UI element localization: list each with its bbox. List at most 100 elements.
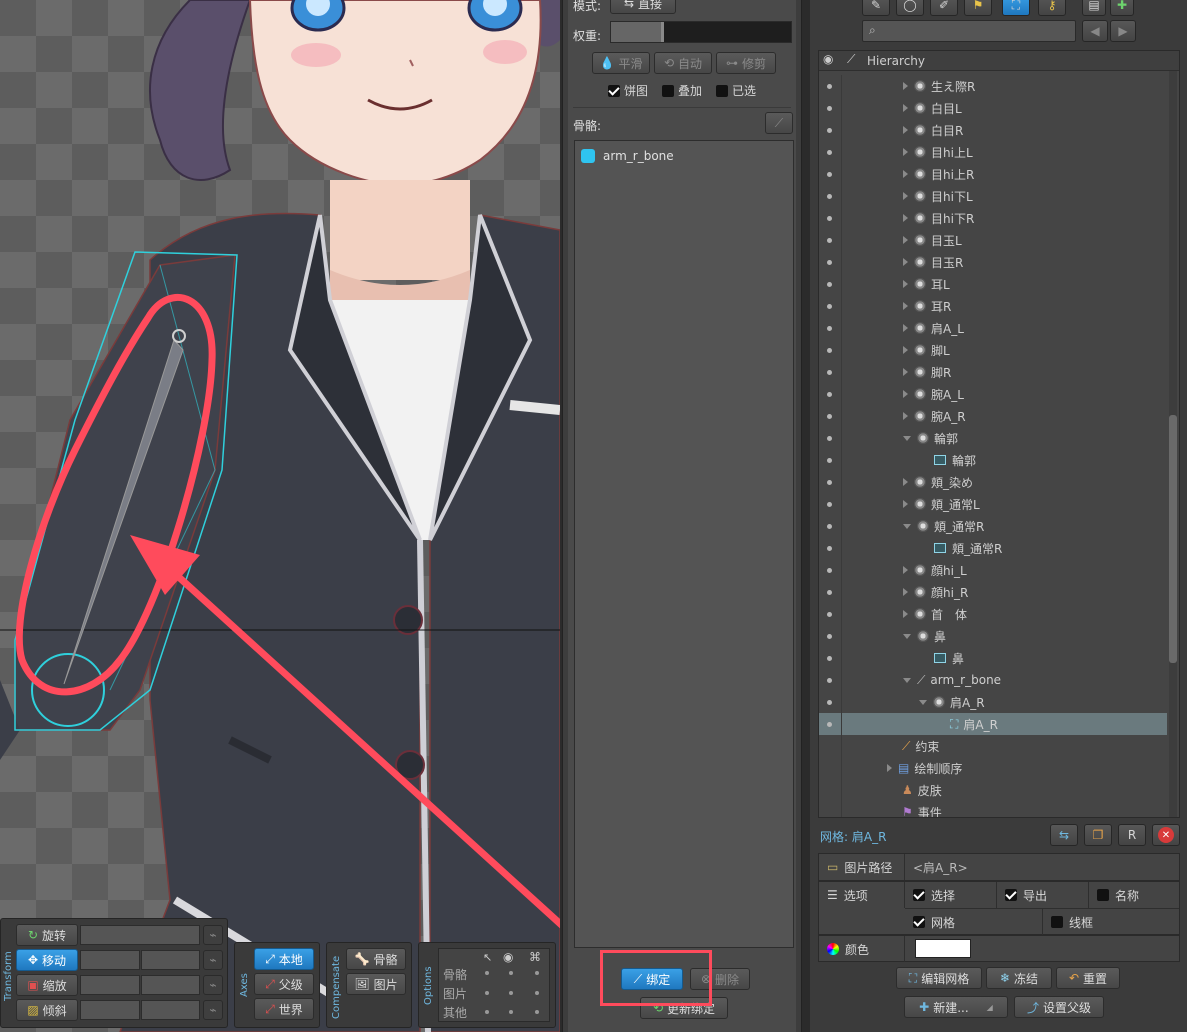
tree-row[interactable]: 耳L bbox=[819, 273, 1167, 295]
tree-row[interactable]: 目玉L bbox=[819, 229, 1167, 251]
frame-tool-button[interactable]: ⛶ bbox=[1002, 0, 1030, 16]
shear-lock-icon[interactable]: ⌁ bbox=[203, 1000, 223, 1020]
overlay-checkbox[interactable] bbox=[662, 84, 674, 97]
option-toggle[interactable] bbox=[485, 991, 489, 995]
visibility-dot[interactable] bbox=[827, 502, 832, 507]
option-toggle[interactable] bbox=[509, 971, 513, 975]
tree-row[interactable]: 頬_染め bbox=[819, 471, 1167, 493]
expand-right-icon[interactable] bbox=[903, 280, 908, 288]
visibility-dot[interactable] bbox=[827, 458, 832, 463]
visibility-dot[interactable] bbox=[827, 260, 832, 265]
tree-search-input[interactable]: ⌕ bbox=[862, 20, 1076, 42]
visibility-dot[interactable] bbox=[827, 722, 832, 727]
visibility-dot[interactable] bbox=[827, 634, 832, 639]
move-y-field[interactable] bbox=[141, 950, 200, 970]
visibility-dot[interactable] bbox=[827, 370, 832, 375]
compensate-bones-button[interactable]: 🦴 骨骼 bbox=[346, 948, 406, 970]
tree-row[interactable]: 目hi下R bbox=[819, 207, 1167, 229]
rotate-button[interactable]: ↻ 旋转 bbox=[16, 924, 78, 946]
expand-right-icon[interactable] bbox=[887, 764, 892, 772]
save-button[interactable]: ▤ bbox=[1082, 0, 1106, 16]
expand-right-icon[interactable] bbox=[903, 104, 908, 112]
expand-right-icon[interactable] bbox=[903, 588, 908, 596]
tree-row[interactable]: ⟋ arm_r_bone bbox=[819, 669, 1167, 691]
pie-chart-option[interactable]: 饼图 bbox=[608, 82, 648, 99]
lasso-tool-button[interactable]: ◯ bbox=[896, 0, 924, 16]
visibility-dot[interactable] bbox=[827, 414, 832, 419]
image-path-value-cell[interactable]: <肩A_R> bbox=[905, 854, 1181, 880]
visibility-dot[interactable] bbox=[827, 128, 832, 133]
option-toggle[interactable] bbox=[509, 1010, 513, 1014]
smooth-button[interactable]: 💧 平滑 bbox=[592, 52, 650, 74]
visibility-dot[interactable] bbox=[827, 436, 832, 441]
visibility-dot[interactable] bbox=[827, 546, 832, 551]
tree-row[interactable]: ⛶ 肩A_R bbox=[819, 713, 1167, 735]
bones-pick-button[interactable]: ⟋ bbox=[765, 112, 793, 134]
rotate-value-field[interactable] bbox=[80, 925, 200, 945]
move-button[interactable]: ✥ 移动 bbox=[16, 949, 78, 971]
visibility-dot[interactable] bbox=[827, 238, 832, 243]
expand-right-icon[interactable] bbox=[903, 566, 908, 574]
tree-row[interactable]: 白目L bbox=[819, 97, 1167, 119]
tree-row[interactable]: 脚R bbox=[819, 361, 1167, 383]
mesh-checkbox[interactable] bbox=[913, 916, 925, 928]
expand-right-icon[interactable] bbox=[903, 258, 908, 266]
mode-dropdown[interactable]: ⇆ 直接 bbox=[610, 0, 676, 14]
mesh-option[interactable]: 网格 bbox=[905, 909, 1043, 935]
expand-right-icon[interactable] bbox=[903, 82, 908, 90]
tree-row[interactable]: ⚑ 事件 bbox=[819, 801, 1167, 817]
tree-scrollbar[interactable] bbox=[1169, 71, 1177, 817]
tree-row[interactable]: 目hi下L bbox=[819, 185, 1167, 207]
pie-chart-checkbox[interactable] bbox=[608, 84, 620, 97]
tree-row[interactable]: 生え際R bbox=[819, 75, 1167, 97]
tree-row[interactable]: 腕A_R bbox=[819, 405, 1167, 427]
visibility-dot[interactable] bbox=[827, 590, 832, 595]
option-toggle[interactable] bbox=[509, 991, 513, 995]
tree-row[interactable]: 目hi上L bbox=[819, 141, 1167, 163]
mesh-copy-button[interactable]: ❐ bbox=[1084, 824, 1112, 846]
new-button[interactable]: ✚ 新建... ◢ bbox=[904, 996, 1008, 1018]
export-checkbox[interactable] bbox=[1005, 889, 1017, 901]
scale-y-field[interactable] bbox=[141, 975, 200, 995]
move-lock-icon[interactable]: ⌁ bbox=[203, 950, 223, 970]
expand-down-icon[interactable] bbox=[903, 523, 911, 529]
tree-row[interactable]: 耳R bbox=[819, 295, 1167, 317]
tree-scrollbar-thumb[interactable] bbox=[1169, 415, 1177, 663]
tree-row[interactable]: 目hi上R bbox=[819, 163, 1167, 185]
tree-row[interactable]: 首 体 bbox=[819, 603, 1167, 625]
expand-down-icon[interactable] bbox=[903, 435, 911, 441]
select-checkbox[interactable] bbox=[913, 889, 925, 901]
compensate-images-button[interactable]: 🖼 图片 bbox=[346, 973, 406, 995]
axes-world-button[interactable]: ⤢ 世界 bbox=[254, 998, 314, 1020]
tree-row[interactable]: 頬_通常L bbox=[819, 493, 1167, 515]
visibility-dot[interactable] bbox=[827, 282, 832, 287]
expand-down-icon[interactable] bbox=[903, 677, 911, 683]
visibility-column-eye-icon[interactable]: ◉ bbox=[823, 52, 833, 66]
visibility-dot[interactable] bbox=[827, 304, 832, 309]
add-button[interactable]: ✚ bbox=[1110, 0, 1134, 16]
expand-right-icon[interactable] bbox=[903, 368, 908, 376]
prev-button[interactable]: ◀ bbox=[1082, 20, 1108, 42]
color-swatch[interactable] bbox=[915, 939, 971, 958]
rename-button[interactable]: R bbox=[1118, 824, 1146, 846]
rotate-lock-icon[interactable]: ⌁ bbox=[203, 925, 223, 945]
expand-right-icon[interactable] bbox=[903, 390, 908, 398]
option-toggle[interactable] bbox=[535, 971, 539, 975]
tree-row[interactable]: 鼻 bbox=[819, 625, 1167, 647]
mesh-swap-button[interactable]: ⇆ bbox=[1050, 824, 1078, 846]
auto-button[interactable]: ⟲ 自动 bbox=[654, 52, 712, 74]
visibility-dot[interactable] bbox=[827, 348, 832, 353]
name-option[interactable]: 名称 bbox=[1089, 882, 1181, 908]
visibility-dot[interactable] bbox=[827, 172, 832, 177]
move-x-field[interactable] bbox=[80, 950, 140, 970]
visibility-dot[interactable] bbox=[827, 392, 832, 397]
tree-row[interactable]: 脚L bbox=[819, 339, 1167, 361]
delete-mesh-button[interactable]: ✕ bbox=[1152, 824, 1180, 846]
name-checkbox[interactable] bbox=[1097, 889, 1109, 901]
tree-row[interactable]: 輪郭 bbox=[819, 427, 1167, 449]
bone-column-icon[interactable]: ⟋ bbox=[847, 52, 855, 67]
expand-right-icon[interactable] bbox=[903, 170, 908, 178]
shear-x-field[interactable] bbox=[80, 1000, 140, 1020]
shear-y-field[interactable] bbox=[141, 1000, 200, 1020]
visibility-dot[interactable] bbox=[827, 216, 832, 221]
